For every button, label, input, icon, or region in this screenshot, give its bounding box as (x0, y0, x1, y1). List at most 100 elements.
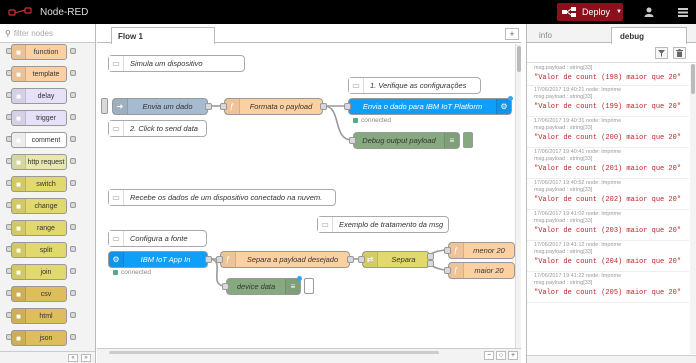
debug-message[interactable]: 17/06/2017 19:41:02 node: Imprime msg.pay… (527, 210, 689, 241)
input-port[interactable] (222, 283, 229, 290)
input-port[interactable] (344, 103, 351, 110)
output-port[interactable] (427, 253, 434, 260)
palette-output-port (70, 180, 76, 186)
debug-message[interactable]: 17/06/2017 19:40:21 node: Imprime msg.pay… (527, 86, 689, 117)
collapse-all-button[interactable]: « (68, 354, 78, 362)
node-menor-20[interactable]: ƒ menor 20 (444, 242, 515, 259)
debug-message[interactable]: 17/06/2017 19:40:52 node: Imprime msg.pay… (527, 179, 689, 210)
node-device-data[interactable]: device data ≡ (222, 276, 302, 295)
comment-simula[interactable]: ▭ Simula um dispositivo (108, 55, 245, 72)
caret-down-icon[interactable]: ▼ (616, 9, 622, 15)
debug-message-value: "Valor de count (204) maior que 20" (534, 258, 682, 266)
palette-output-port (70, 290, 76, 296)
palette-node-label: csv (40, 290, 52, 298)
palette-filter[interactable]: ⚲ filter nodes (0, 24, 95, 43)
tab-flow-1[interactable]: Flow 1 (111, 27, 215, 44)
workspace-tabs: Flow 1 + (97, 24, 521, 44)
input-port[interactable] (216, 256, 223, 263)
palette-node[interactable]: ■ http request (11, 154, 67, 170)
debug-toggle-button[interactable] (304, 278, 314, 294)
filter-button[interactable] (655, 47, 668, 59)
palette-node[interactable]: ■ json (11, 330, 67, 346)
node-formata-o-payload[interactable]: ƒ Formata o payload (220, 98, 327, 115)
palette-node[interactable]: ■ join (11, 264, 67, 280)
debug-scrollbar[interactable] (690, 64, 696, 354)
debug-message-value: "Valor de count (201) maior que 20" (534, 165, 682, 173)
input-port[interactable] (444, 247, 451, 254)
palette-node[interactable]: ■ split (11, 242, 67, 258)
add-flow-button[interactable]: + (505, 28, 519, 40)
palette-node-label: http request (27, 158, 65, 166)
node-type-icon: ■ (12, 243, 26, 257)
palette-output-port (70, 114, 76, 120)
palette-node[interactable]: ■ change (11, 198, 67, 214)
user-button[interactable] (636, 0, 662, 24)
comment-verifique[interactable]: ▭ 1. Verifique as configurações (348, 77, 481, 94)
input-port[interactable] (358, 256, 365, 263)
output-port[interactable] (347, 256, 354, 263)
node-type-icon: ■ (12, 155, 26, 169)
clear-log-button[interactable] (673, 47, 686, 59)
debug-message[interactable]: msg.payload : string[33] "Valor de count … (527, 64, 689, 86)
debug-message[interactable]: 17/06/2017 19:41:22 node: Imprime msg.pay… (527, 272, 689, 303)
inject-arrow-icon: ➜ (113, 99, 128, 114)
input-port[interactable] (444, 267, 451, 274)
gear-icon: ⚙ (109, 252, 124, 267)
node-maior-20[interactable]: ƒ maior 20 (444, 262, 515, 279)
canvas-horizontal-scrollbar[interactable] (109, 351, 439, 354)
deploy-label: Deploy (582, 7, 611, 17)
palette-node-label: comment (31, 136, 61, 144)
comment-configura[interactable]: ▭ Configura a fonte (108, 230, 207, 247)
comment-click[interactable]: ▭ 2. Click to send data (108, 120, 207, 137)
zoom-reset-button[interactable]: ○ (496, 351, 506, 360)
trash-icon (676, 49, 683, 57)
node-separa-payload[interactable]: ƒ Separa a payload desejado (216, 251, 354, 268)
node-separa[interactable]: ⇄ Separa (358, 251, 434, 268)
input-port[interactable] (349, 137, 356, 144)
flow-canvas[interactable]: ▭ Simula um dispositivo ▭ 1. Verifique a… (97, 44, 515, 348)
debug-list-icon: ≡ (285, 279, 300, 294)
palette-node[interactable]: ■ template (11, 66, 67, 82)
tab-info[interactable]: info (531, 27, 603, 44)
zoom-out-button[interactable]: − (484, 351, 494, 360)
palette-node[interactable]: ■ delay (11, 88, 67, 104)
palette-node[interactable]: ■ function (11, 44, 67, 60)
scroll-thumb[interactable] (517, 46, 521, 72)
node-envia-um-dado[interactable]: ➜ Envia um dado (112, 98, 212, 115)
comment-recebe[interactable]: ▭ Recebe os dados de um dispositivo cone… (108, 189, 336, 206)
palette-node[interactable]: ■ switch (11, 176, 67, 192)
debug-message[interactable]: 17/06/2017 19:41:12 node: Imprime msg.pay… (527, 241, 689, 272)
tab-debug[interactable]: debug (611, 27, 687, 44)
node-debug-output[interactable]: Debug output payload ≡ (349, 132, 460, 149)
debug-message-meta: 17/06/2017 19:41:22 node: Imprime (534, 273, 622, 279)
palette-node[interactable]: ■ csv (11, 286, 67, 302)
node-envia-ibm-iot[interactable]: Envia o dado para IBM IoT Platform ⚙ (344, 96, 513, 115)
function-icon: ƒ (449, 243, 464, 258)
inject-trigger-button[interactable] (101, 98, 108, 114)
output-port[interactable] (427, 260, 434, 267)
zoom-in-button[interactable]: + (508, 351, 518, 360)
debug-message[interactable]: 17/06/2017 19:40:41 node: Imprime msg.pay… (527, 148, 689, 179)
gear-icon: ⚙ (496, 99, 511, 114)
scroll-thumb[interactable] (691, 64, 695, 94)
main-menu-button[interactable] (670, 0, 696, 24)
output-port[interactable] (320, 103, 327, 110)
palette-node[interactable]: ■ comment (11, 132, 67, 148)
comment-exemplo[interactable]: ▭ Exemplo de tratamento da msg (317, 216, 449, 233)
deploy-button[interactable]: Deploy ▼ (557, 3, 623, 21)
output-port[interactable] (205, 103, 212, 110)
palette-node[interactable]: ■ trigger (11, 110, 67, 126)
node-type-icon: ■ (12, 309, 26, 323)
input-port[interactable] (220, 103, 227, 110)
output-port[interactable] (205, 256, 212, 263)
node-type-icon: ■ (12, 265, 26, 279)
palette-output-port (70, 92, 76, 98)
expand-all-button[interactable]: » (81, 354, 91, 362)
node-ibm-iot-app-in[interactable]: ⚙ IBM IoT App In (108, 251, 212, 268)
filter-placeholder: filter nodes (13, 28, 53, 38)
palette-node[interactable]: ■ html (11, 308, 67, 324)
palette-node[interactable]: ■ range (11, 220, 67, 236)
canvas-vertical-scrollbar[interactable] (515, 44, 521, 348)
debug-message[interactable]: 17/06/2017 19:40:31 node: Imprime msg.pay… (527, 117, 689, 148)
debug-toggle-button[interactable] (463, 132, 473, 148)
